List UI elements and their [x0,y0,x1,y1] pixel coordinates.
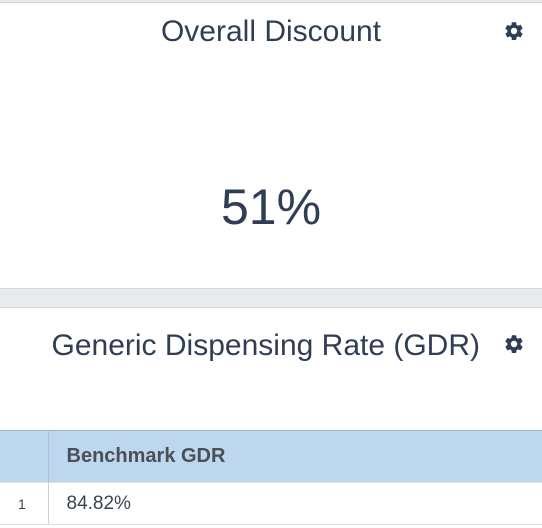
benchmark-gdr-header[interactable]: Benchmark GDR [48,430,542,483]
gear-icon[interactable] [503,20,525,42]
table-header-row: Benchmark GDR [0,430,542,483]
gdr-table: Benchmark GDR 1 84.82% [0,430,542,525]
row-index-cell: 1 [0,482,49,525]
gear-icon[interactable] [503,333,525,355]
table-row[interactable]: 1 84.82% [0,482,542,525]
overall-discount-title: Overall Discount [160,15,382,48]
row-index-header[interactable] [0,430,49,483]
gdr-title: Generic Dispensing Rate (GDR) [51,329,480,362]
overall-discount-value: 51% [220,179,322,235]
benchmark-gdr-cell: 84.82% [48,482,542,525]
overall-discount-panel: Overall Discount 51% [0,2,542,289]
gdr-panel: Generic Dispensing Rate (GDR) Benchmark … [0,307,542,528]
